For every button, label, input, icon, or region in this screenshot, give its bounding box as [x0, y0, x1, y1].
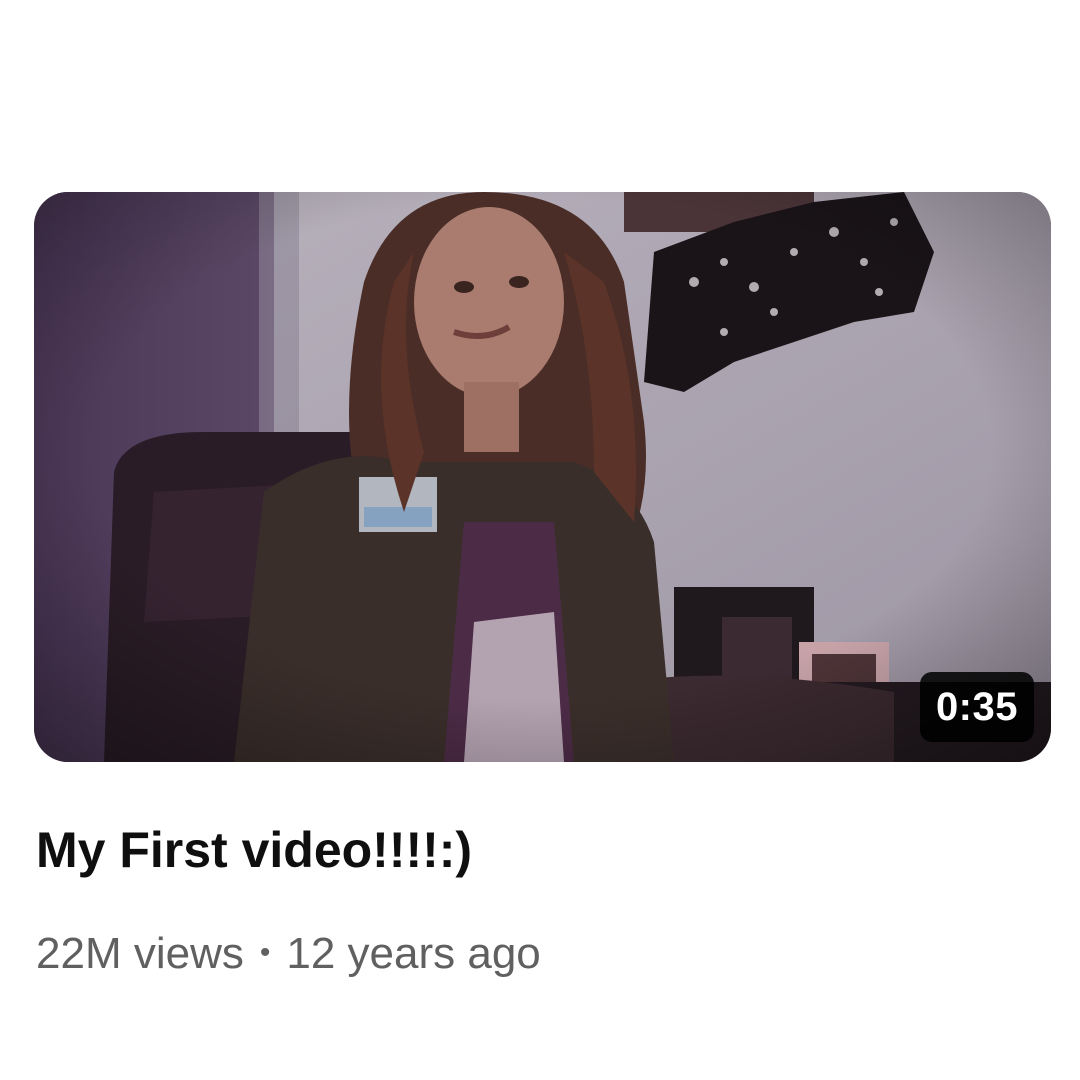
video-title[interactable]: My First video!!!!:) [36, 814, 472, 886]
view-count: 22M views [36, 929, 244, 978]
duration-badge: 0:35 [919, 672, 1034, 742]
upload-age: 12 years ago [286, 929, 541, 978]
video-metadata: 22M views • 12 years ago [36, 922, 541, 985]
video-thumbnail[interactable]: 0:35 [34, 192, 1051, 762]
video-card[interactable]: 0:35 My First video!!!!:) 22M views • 12 y… [0, 0, 1080, 1080]
thumbnail-image [34, 192, 1051, 762]
separator-dot: • [259, 936, 271, 969]
